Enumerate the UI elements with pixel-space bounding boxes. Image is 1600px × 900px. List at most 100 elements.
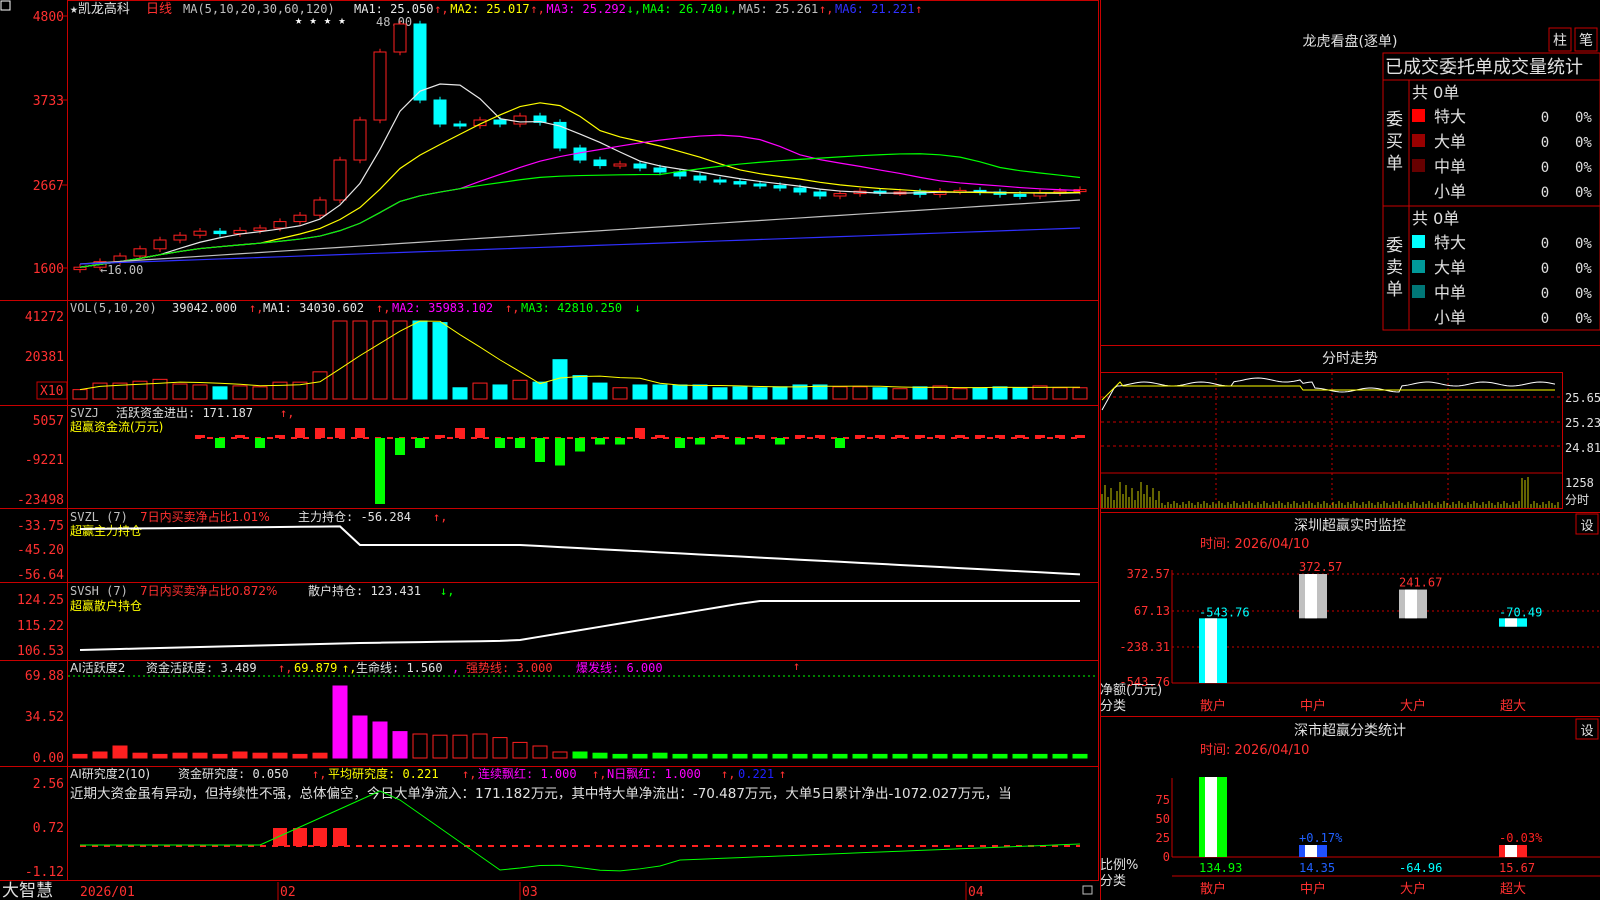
candle-body (773, 185, 787, 189)
volume-bar (952, 388, 968, 400)
ai1-tick: 34.52 (25, 710, 64, 725)
ai1-bar (912, 753, 928, 759)
svzl-tick: -33.75 (17, 519, 64, 534)
svzj-bar (475, 428, 485, 438)
svzj-bar (455, 428, 465, 438)
volume-bar (692, 384, 708, 400)
ai1-bar (812, 753, 828, 759)
volume-bar (252, 386, 268, 400)
order-total: 共 0单 (1412, 209, 1459, 228)
volume-bar (592, 382, 608, 400)
svzj-tick: 5057 (33, 414, 64, 429)
szjk-value-label: -70.49 (1499, 605, 1542, 619)
svg-text:,: , (452, 661, 459, 675)
ai1-bar (352, 715, 368, 759)
ai1-bar (132, 752, 148, 759)
window-menu-icon[interactable] (0, 0, 11, 11)
szjk-bar-highlight (1205, 618, 1217, 683)
ai1-bar (852, 753, 868, 759)
svsh-value: 散户持仓: 123.431 (308, 583, 421, 598)
volume-bar (872, 387, 888, 400)
candle-body (733, 181, 747, 185)
szjk-tick: 372.57 (1127, 567, 1170, 581)
candle-body (273, 221, 287, 229)
volume-bar (312, 371, 328, 400)
volume-bar (752, 387, 768, 400)
fenshi-tick: 25.23 (1565, 416, 1600, 430)
szfl-settings-label: 设 (1580, 724, 1593, 739)
ai1-bar (792, 753, 808, 759)
candle-body (173, 234, 187, 241)
ai-research-chart (80, 790, 1081, 872)
szfl-tick: 75 (1156, 793, 1170, 807)
candle-body (433, 99, 447, 125)
szjk-category: 超大 (1500, 699, 1526, 714)
szjk-xlabel: 分类 (1100, 699, 1126, 714)
svzj-bar (795, 435, 805, 438)
order-pct: 0% (1575, 135, 1592, 151)
volume-bar (1012, 387, 1028, 400)
svg-text:↓,: ↓, (440, 584, 454, 598)
volume-bar (1052, 387, 1068, 400)
szjk-bar-highlight (1405, 589, 1417, 619)
side-label: 委 (1386, 236, 1403, 256)
volume-bar (852, 386, 868, 400)
candle-body (253, 227, 267, 231)
ai1-d: 强势线: 3.000 (466, 661, 553, 675)
svzl-tick: -45.20 (17, 543, 64, 558)
ma-legend-item: MA6: 21.221 (835, 2, 914, 16)
ai1-bar (952, 753, 968, 759)
order-count: 0 (1541, 160, 1549, 176)
volume-bar (492, 384, 508, 400)
svzj-bar (875, 435, 885, 438)
volume-bar (212, 386, 228, 400)
date-tick: 2026/01 (80, 885, 135, 900)
kline-chart-area[interactable]: ★凯龙高科 日线 MA(5,10,20,30,60,120) MA1: 25.0… (0, 0, 1100, 900)
fenshi-tick: 24.81 (1565, 441, 1600, 455)
ma-legend-arrow: ↑ (915, 2, 922, 16)
candle-body (753, 183, 767, 187)
side-label: 委 (1386, 110, 1403, 130)
svzj-bar (975, 435, 985, 438)
ma-lines (79, 83, 1081, 268)
brand-logo[interactable]: 大智慧 (2, 881, 53, 900)
ai1-bar (192, 752, 208, 759)
szjk-panel: 深圳超赢实时监控 设 时间: 2026/04/10 372.57 67.13 -… (1100, 513, 1600, 714)
volume-bar (772, 386, 788, 400)
ai1-bar (152, 753, 168, 759)
svzj-bar (435, 435, 445, 438)
order-pct: 0% (1575, 110, 1592, 126)
volume-bar (892, 388, 908, 400)
ai2-bar (273, 828, 287, 846)
order-count: 0 (1541, 236, 1549, 252)
lock-icon[interactable] (1082, 885, 1093, 895)
svzj-bar (595, 438, 605, 445)
order-count: 0 (1541, 286, 1549, 302)
order-pct: 0% (1575, 311, 1592, 327)
volume-bar (412, 320, 428, 400)
ai1-bar (92, 751, 108, 759)
volume-bar (332, 320, 348, 400)
svsh-pct: 7日内买卖净占比0.872% (140, 583, 277, 598)
ai1-bar (1012, 753, 1028, 759)
svsh-line (79, 600, 1080, 651)
volume-bar (812, 384, 828, 400)
svzj-bar (1015, 435, 1025, 438)
ai1-bar (712, 753, 728, 759)
svzj-bar (235, 435, 245, 438)
order-count: 0 (1541, 135, 1549, 151)
svg-text:↑,: ↑, (505, 301, 519, 315)
ai1-tick: 69.88 (25, 669, 64, 684)
ma-legend-arrow: ↑, (819, 2, 833, 16)
svg-text:↑,: ↑, (433, 510, 447, 524)
candle-body (513, 115, 527, 125)
svzj-bar (335, 428, 345, 438)
fenshi-panel: 分时走势 25.65 25.23 24.81 1258 分时 (1100, 351, 1600, 509)
ai1-bar (332, 685, 348, 759)
vol-ma1: MA1: 34030.602 (263, 301, 364, 315)
period-label[interactable]: 日线 (146, 2, 172, 17)
svzj-bar (655, 435, 665, 438)
price-tick: 1600 (33, 262, 64, 277)
fenshi-tick: 25.65 (1565, 391, 1600, 405)
svzj-tick: -9221 (25, 453, 64, 468)
